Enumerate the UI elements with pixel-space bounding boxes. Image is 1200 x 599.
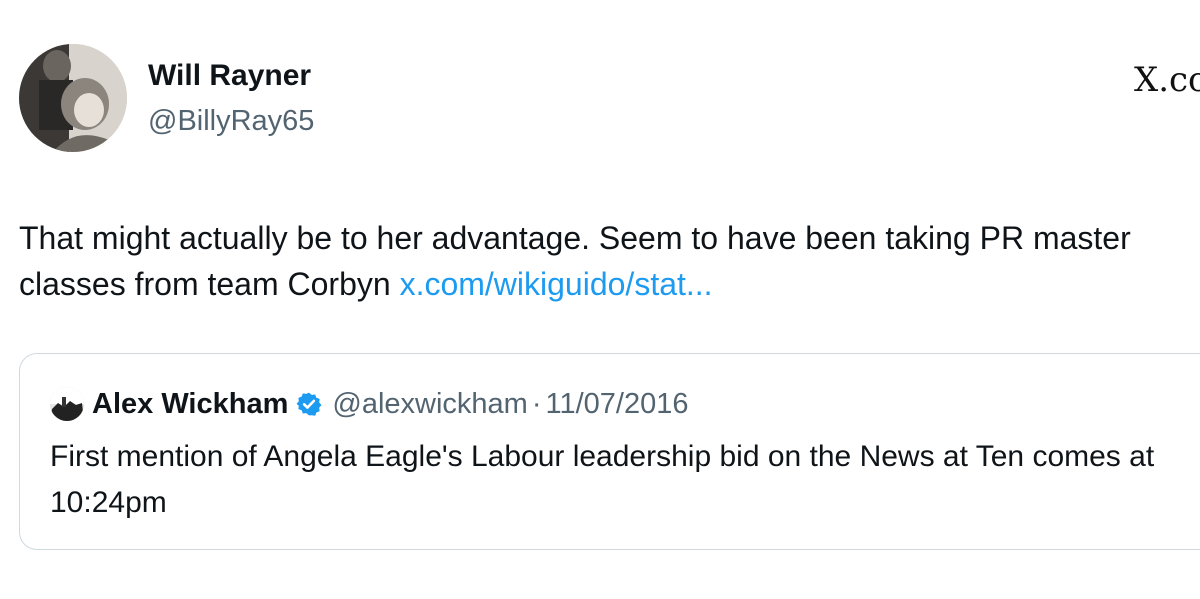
verified-badge-icon (296, 391, 322, 417)
quoted-tweet-header: Alex Wickham @alexwickham · 11/07/2016 (50, 384, 689, 424)
quoted-tweet-card[interactable]: Alex Wickham @alexwickham · 11/07/2016 F… (19, 353, 1200, 550)
quoted-tweet-text: First mention of Angela Eagle's Labour l… (50, 440, 1155, 519)
tweet-link[interactable]: x.com/wikiguido/stat... (400, 266, 713, 302)
author-name[interactable]: Will Rayner (148, 58, 311, 94)
quoted-author-name[interactable]: Alex Wickham (92, 388, 288, 421)
quoted-tweet-date[interactable]: 11/07/2016 (546, 388, 689, 421)
tweet-text: That might actually be to her advantage.… (19, 215, 1189, 307)
quoted-author-handle[interactable]: @alexwickham (332, 388, 527, 421)
author-avatar[interactable] (19, 44, 127, 152)
author-handle[interactable]: @BillyRay65 (148, 103, 314, 139)
source-label: X.co (1134, 60, 1200, 100)
quoted-author-avatar[interactable] (50, 387, 84, 421)
separator-dot: · (531, 387, 542, 420)
